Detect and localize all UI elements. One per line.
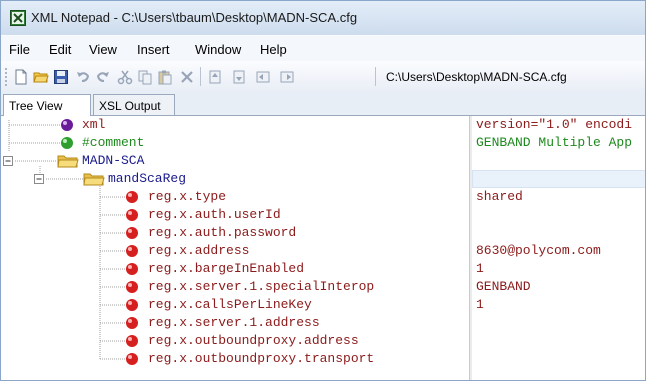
tree-node-attribute[interactable]: reg.x.auth.userId [148,206,281,224]
attribute-icon [126,191,138,203]
tree-node-root[interactable]: MADN-SCA [82,152,144,170]
tab-strip: Tree View XSL Output [1,91,645,116]
tree-node-attribute[interactable]: reg.x.type [148,188,226,206]
tree-node-attribute[interactable]: reg.x.address [148,242,249,260]
menu-view[interactable]: View [89,42,117,57]
menu-file[interactable]: File [9,42,30,57]
attribute-icon [126,317,138,329]
collapse-toggle[interactable] [34,174,44,184]
location-path-field[interactable]: C:\Users\Desktop\MADN-SCA.cfg [386,70,567,84]
copy-icon[interactable] [137,69,153,85]
new-icon[interactable] [13,69,29,85]
collapse-toggle[interactable] [3,156,13,166]
tree-view-pane: xml #comment MADN-SCA mandScaReg reg.x.t… [1,115,645,380]
open-icon[interactable] [33,69,49,85]
value-row-highlight [472,170,645,188]
attribute-icon [126,209,138,221]
value-cell[interactable]: 1 [476,260,484,278]
window-title: XML Notepad - C:\Users\tbaum\Desktop\MAD… [31,10,358,25]
toolbar: C:\Users\Desktop\MADN-SCA.cfg [1,61,645,92]
xml-notepad-app-icon [10,10,26,26]
tree-node-attribute[interactable]: reg.x.outboundproxy.address [148,332,359,350]
tree-node-comment[interactable]: #comment [82,134,144,152]
attribute-icon [126,353,138,365]
paste-icon[interactable] [157,69,173,85]
tab-tree-view[interactable]: Tree View [3,94,91,116]
attribute-icon [126,335,138,347]
value-cell[interactable]: version="1.0" encodi [476,116,632,134]
value-cell[interactable]: 1 [476,296,484,314]
value-cell[interactable]: shared [476,188,523,206]
nudge-left-icon[interactable] [255,69,271,85]
menu-insert[interactable]: Insert [137,42,170,57]
folder-icon [57,155,79,168]
tree-node-attribute[interactable]: reg.x.bargeInEnabled [148,260,304,278]
attribute-icon [126,299,138,311]
menu-bar: File Edit View Insert Window Help [1,35,645,62]
cut-icon[interactable] [117,69,133,85]
menu-window[interactable]: Window [195,42,241,57]
attribute-icon [126,245,138,257]
pane-splitter[interactable] [469,116,472,380]
menu-edit[interactable]: Edit [49,42,71,57]
delete-icon[interactable] [179,69,195,85]
tree-node-xml[interactable]: xml [82,116,105,134]
attribute-icon [126,281,138,293]
nudge-down-icon[interactable] [231,69,247,85]
tree-node-attribute[interactable]: reg.x.auth.password [148,224,296,242]
folder-icon [83,173,105,186]
toolbar-grip[interactable] [5,68,9,86]
nudge-right-icon[interactable] [279,69,295,85]
value-cell[interactable]: GENBAND [476,278,531,296]
comment-icon [61,137,73,149]
nudge-up-icon[interactable] [207,69,223,85]
value-cell[interactable]: 8630@polycom.com [476,242,601,260]
tree-node-attribute[interactable]: reg.x.server.1.specialInterop [148,278,374,296]
menu-help[interactable]: Help [260,42,287,57]
tree-node-group[interactable]: mandScaReg [108,170,186,188]
undo-icon[interactable] [75,69,91,85]
toolbar-separator [200,67,201,86]
tree-node-attribute[interactable]: reg.x.outboundproxy.transport [148,350,374,368]
attribute-icon [126,227,138,239]
save-icon[interactable] [53,69,69,85]
toolbar-separator [375,67,376,86]
value-cell[interactable]: GENBAND Multiple App [476,134,632,152]
tree-node-attribute[interactable]: reg.x.server.1.address [148,314,320,332]
attribute-icon [126,263,138,275]
title-bar: XML Notepad - C:\Users\tbaum\Desktop\MAD… [1,1,645,35]
tree-node-attribute[interactable]: reg.x.callsPerLineKey [148,296,312,314]
redo-icon[interactable] [95,69,111,85]
app-window: XML Notepad - C:\Users\tbaum\Desktop\MAD… [0,0,646,381]
processing-instruction-icon [61,119,73,131]
tab-xsl-output[interactable]: XSL Output [93,94,175,115]
